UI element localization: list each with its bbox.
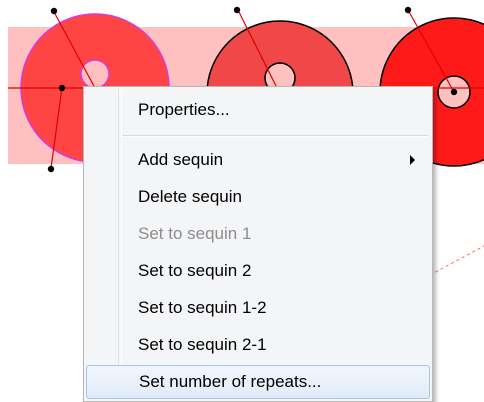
submenu-arrow-icon xyxy=(410,155,415,165)
handle-point[interactable] xyxy=(404,6,412,14)
dashed-stitch-path xyxy=(429,245,484,276)
menu-item-set-number-of-repeats[interactable]: Set number of repeats... xyxy=(86,365,430,399)
menu-item-set-to-sequin-1-2[interactable]: Set to sequin 1-2 xyxy=(86,291,430,325)
menu-item-delete-sequin[interactable]: Delete sequin xyxy=(86,180,430,214)
menu-item-label: Set to sequin 2-1 xyxy=(138,335,267,354)
menu-item-label: Add sequin xyxy=(138,150,224,169)
menu-item-set-to-sequin-2[interactable]: Set to sequin 2 xyxy=(86,254,430,288)
menu-item-label: Set to sequin 1 xyxy=(138,224,252,243)
menu-item-properties[interactable]: Properties... xyxy=(86,93,430,127)
handle-point[interactable] xyxy=(233,6,241,14)
handle-point[interactable] xyxy=(47,165,55,173)
handle-point[interactable] xyxy=(50,7,58,15)
menu-item-set-to-sequin-1: Set to sequin 1 xyxy=(86,217,430,251)
menu-item-label: Set number of repeats... xyxy=(139,372,322,391)
handle-point[interactable] xyxy=(58,84,66,92)
menu-item-label: Delete sequin xyxy=(138,187,242,206)
menu-item-set-to-sequin-2-1[interactable]: Set to sequin 2-1 xyxy=(86,328,430,362)
menu-item-label: Set to sequin 2 xyxy=(138,261,252,280)
handle-point[interactable] xyxy=(450,88,458,96)
menu-item-add-sequin[interactable]: Add sequin xyxy=(86,143,430,177)
menu-item-label: Properties... xyxy=(138,100,230,119)
context-menu[interactable]: Properties... Add sequin Delete sequin S… xyxy=(83,86,433,402)
menu-separator xyxy=(122,135,428,137)
menu-item-label: Set to sequin 1-2 xyxy=(138,298,267,317)
